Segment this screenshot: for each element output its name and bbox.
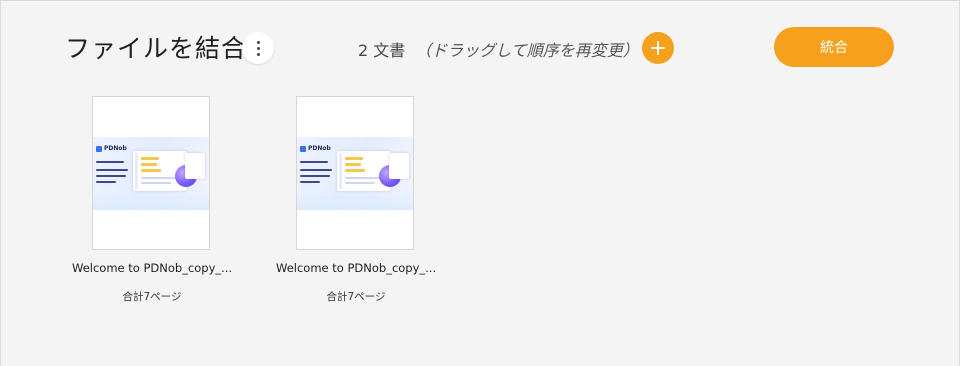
preview-side-card	[389, 153, 409, 179]
page-preview-image: PDNob	[297, 137, 413, 210]
page-preview-image: PDNob	[93, 137, 209, 210]
more-options-button[interactable]	[242, 32, 274, 64]
merge-button[interactable]: 統合	[774, 27, 894, 67]
document-page-count: 合計7ページ	[122, 291, 182, 303]
document-card[interactable]: PDNob Welcome to PDNob_copy_... 合計7ページ	[276, 96, 436, 304]
pdnob-logo: PDNob	[300, 145, 331, 152]
pdnob-logo: PDNob	[96, 145, 127, 152]
preview-wave	[93, 189, 209, 210]
preview-side-card	[185, 153, 205, 179]
document-name: Welcome to PDNob_copy_...	[276, 261, 436, 275]
document-count-label: 2 文書 （ドラッグして順序を再変更）	[358, 37, 639, 61]
document-name: Welcome to PDNob_copy_...	[72, 261, 232, 275]
document-thumbnail[interactable]: PDNob	[92, 96, 210, 250]
plus-icon	[651, 41, 665, 55]
document-page-count: 合計7ページ	[326, 291, 386, 303]
reorder-hint: （ドラッグして順序を再変更）	[415, 41, 639, 60]
add-file-button[interactable]	[642, 32, 674, 64]
document-thumbnail[interactable]: PDNob	[296, 96, 414, 250]
page-title: ファイルを結合	[65, 34, 248, 63]
preview-wave	[297, 189, 413, 210]
document-card[interactable]: PDNob Welcome to PDNob_copy_... 合計7ページ	[72, 96, 232, 304]
merge-files-panel: ファイルを結合 2 文書 （ドラッグして順序を再変更） 統合 PDNob Wel…	[0, 0, 960, 366]
more-vertical-icon	[256, 40, 260, 56]
document-count: 2 文書	[358, 41, 406, 60]
